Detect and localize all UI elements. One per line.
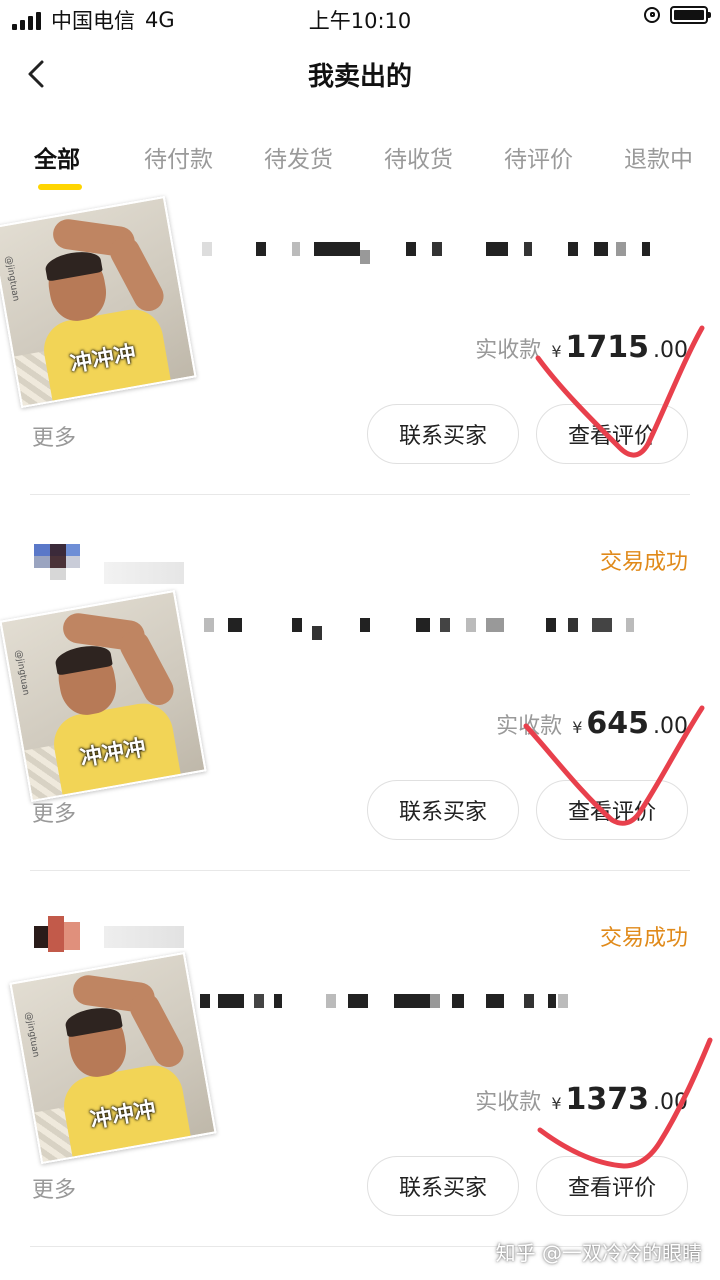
view-review-button[interactable]: 查看评价 — [536, 780, 688, 840]
price-row: 实收款 ¥ 645 .00 — [496, 706, 688, 741]
battery-icon — [670, 6, 711, 24]
contact-buyer-button[interactable]: 联系买家 — [367, 404, 519, 464]
page-title: 我卖出的 — [307, 62, 412, 92]
shop-name-redacted — [104, 562, 184, 584]
shop-avatar — [34, 916, 82, 952]
tab-all[interactable]: 全部 — [34, 140, 80, 174]
more-button[interactable]: 更多 — [32, 1172, 76, 1204]
shop-avatar — [34, 544, 82, 580]
tab-refunding[interactable]: 退款中 — [624, 140, 693, 174]
nav-bar: 我卖出的 — [0, 36, 720, 112]
product-title-redacted — [196, 618, 676, 640]
status-bar: 中国电信 4G 上午10:10 — [0, 0, 720, 36]
price-label: 实收款 — [496, 714, 563, 739]
price-value: 1373 — [565, 1082, 650, 1117]
orientation-lock-icon — [644, 7, 660, 23]
divider — [30, 870, 690, 871]
order-status: 交易成功 — [599, 926, 688, 951]
clock: 上午10:10 — [308, 9, 412, 33]
product-title-redacted — [196, 242, 676, 264]
zhihu-watermark: 知乎 @一双冷冷的眼睛 — [495, 1241, 702, 1265]
tab-pending-receipt[interactable]: 待收货 — [384, 140, 453, 174]
tab-pending-review[interactable]: 待评价 — [504, 140, 573, 174]
view-review-button[interactable]: 查看评价 — [536, 404, 688, 464]
more-button[interactable]: 更多 — [32, 796, 76, 828]
product-title-redacted — [196, 994, 676, 1012]
shop-name-redacted — [104, 926, 184, 948]
price-row: 实收款 ¥ 1715 .00 — [475, 330, 688, 365]
price-value: 1715 — [565, 330, 650, 365]
order-status: 交易成功 — [599, 550, 688, 575]
order-tabs: 全部 待付款 待发货 待收货 待评价 退款中 — [0, 140, 720, 200]
active-tab-indicator — [38, 184, 82, 190]
more-button[interactable]: 更多 — [32, 420, 76, 452]
price-row: 实收款 ¥ 1373 .00 — [475, 1082, 688, 1117]
price-label: 实收款 — [475, 1090, 542, 1115]
contact-buyer-button[interactable]: 联系买家 — [367, 780, 519, 840]
contact-buyer-button[interactable]: 联系买家 — [367, 1156, 519, 1216]
price-label: 实收款 — [475, 338, 542, 363]
price-value: 645 — [586, 706, 649, 741]
tab-pending-payment[interactable]: 待付款 — [144, 140, 213, 174]
product-thumbnail[interactable]: @jingtuan 冲冲冲 — [0, 195, 197, 409]
tab-pending-shipment[interactable]: 待发货 — [264, 140, 333, 174]
divider — [30, 494, 690, 495]
product-thumbnail[interactable]: @jingtuan 冲冲冲 — [9, 951, 217, 1165]
product-thumbnail[interactable]: @jingtuan 冲冲冲 — [0, 589, 207, 803]
view-review-button[interactable]: 查看评价 — [536, 1156, 688, 1216]
